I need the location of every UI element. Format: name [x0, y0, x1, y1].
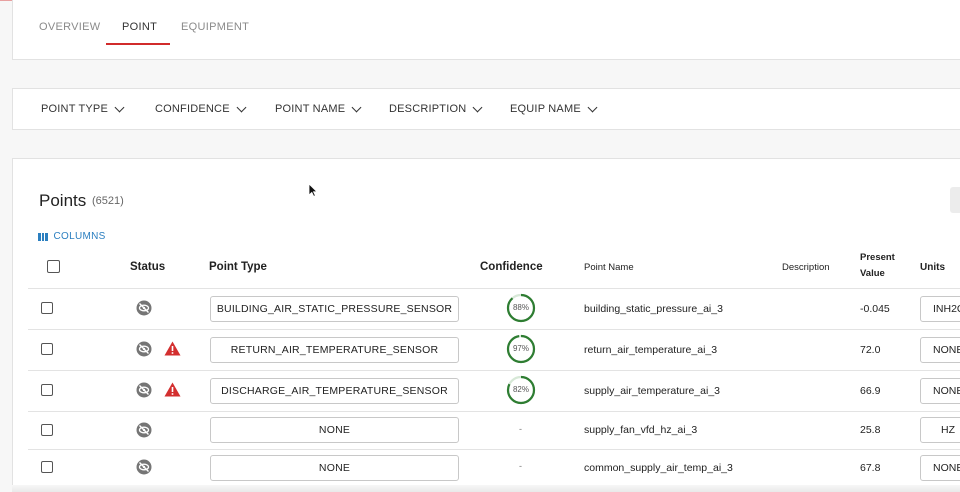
eye-off-icon	[136, 341, 152, 357]
points-title: Points	[39, 191, 87, 210]
filter-confidence[interactable]: CONFIDENCE	[155, 102, 247, 115]
filter-label: POINT NAME	[275, 103, 346, 115]
present-value-cell: 67.8	[860, 462, 881, 474]
columns-label: COLUMNS	[53, 231, 106, 242]
header-description[interactable]: Description	[782, 262, 830, 273]
filter-equip-name[interactable]: EQUIP NAME	[510, 102, 598, 115]
confidence-label: 82%	[512, 385, 529, 394]
row-checkbox[interactable]	[41, 343, 53, 355]
points-count: (6521)	[92, 195, 124, 207]
point-type-select[interactable]: RETURN_AIR_TEMPERATURE_SENSOR	[210, 337, 459, 363]
tab-equipment[interactable]: EQUIPMENT	[181, 21, 249, 33]
warning-icon[interactable]	[164, 382, 181, 397]
warning-icon[interactable]	[164, 341, 181, 356]
columns-icon	[38, 232, 48, 241]
present-value-cell: 66.9	[860, 385, 881, 397]
row-checkbox[interactable]	[41, 384, 53, 396]
header-divider	[28, 288, 960, 289]
chevron-down-icon	[351, 102, 362, 112]
units-select[interactable]: NONE	[920, 378, 960, 404]
units-select[interactable]: INH2O	[920, 296, 960, 322]
point-type-select[interactable]: NONE	[210, 455, 459, 481]
filter-label: CONFIDENCE	[155, 103, 230, 115]
chevron-down-icon	[587, 102, 598, 112]
units-select[interactable]: NONE	[920, 337, 960, 363]
columns-button[interactable]: COLUMNS	[38, 231, 106, 242]
confidence-empty: -	[519, 424, 522, 434]
filter-bar: POINT TYPE CONFIDENCE POINT NAME DESCRIP…	[12, 88, 960, 130]
active-tab-indicator	[106, 43, 170, 45]
filter-label: POINT TYPE	[41, 103, 109, 115]
eye-off-icon	[136, 422, 152, 438]
filter-label: EQUIP NAME	[510, 103, 581, 115]
tab-overview[interactable]: OVERVIEW	[39, 21, 101, 33]
point-name-cell: supply_air_temperature_ai_3	[584, 385, 721, 397]
eye-off-icon	[136, 459, 152, 475]
filter-label: DESCRIPTION	[389, 103, 467, 115]
point-name-cell: common_supply_air_temp_ai_3	[584, 462, 733, 474]
confidence-label: 97%	[512, 344, 529, 353]
point-type-select[interactable]: NONE	[210, 417, 459, 443]
panel-action-button[interactable]	[950, 187, 960, 213]
point-name-cell: return_air_temperature_ai_3	[584, 344, 718, 356]
present-value-cell: 25.8	[860, 424, 881, 436]
eye-off-icon	[136, 382, 152, 398]
filter-point-name[interactable]: POINT NAME	[275, 102, 362, 115]
header-confidence[interactable]: Confidence	[480, 261, 543, 273]
tab-point[interactable]: POINT	[122, 21, 157, 33]
row-checkbox[interactable]	[41, 461, 53, 473]
confidence-empty: -	[519, 461, 522, 471]
chevron-down-icon	[114, 102, 125, 112]
confidence-label: 88%	[512, 303, 529, 312]
points-panel: Points (6521) COLUMNS Status Point Type …	[12, 158, 960, 492]
chevron-down-icon	[472, 102, 483, 112]
tab-bar: OVERVIEW POINT EQUIPMENT	[12, 0, 960, 60]
row-checkbox[interactable]	[41, 424, 53, 436]
header-status[interactable]: Status	[130, 261, 165, 273]
row-divider	[28, 449, 960, 450]
row-divider	[28, 329, 960, 330]
header-present-label: Present	[860, 252, 895, 263]
header-point-type[interactable]: Point Type	[209, 261, 267, 273]
point-type-select[interactable]: DISCHARGE_AIR_TEMPERATURE_SENSOR	[210, 378, 459, 404]
row-checkbox[interactable]	[41, 302, 53, 314]
eye-off-icon	[136, 300, 152, 316]
row-divider	[28, 370, 960, 371]
bottom-fade	[12, 485, 960, 492]
select-all-checkbox[interactable]	[47, 260, 60, 273]
present-value-cell: 72.0	[860, 344, 881, 356]
point-name-cell: supply_fan_vfd_hz_ai_3	[584, 424, 698, 436]
header-point-name[interactable]: Point Name	[584, 262, 634, 273]
header-present-value[interactable]: Present Value	[860, 250, 895, 282]
header-units[interactable]: Units	[920, 262, 945, 273]
point-name-cell: building_static_pressure_ai_3	[584, 303, 723, 315]
filter-point-type[interactable]: POINT TYPE	[41, 102, 125, 115]
units-select[interactable]: NONE	[920, 455, 960, 481]
filter-description[interactable]: DESCRIPTION	[389, 102, 483, 115]
header-value-label: Value	[860, 268, 885, 279]
present-value-cell: -0.045	[860, 303, 890, 315]
mouse-cursor-icon	[308, 183, 318, 197]
chevron-down-icon	[236, 102, 247, 112]
point-type-select[interactable]: BUILDING_AIR_STATIC_PRESSURE_SENSOR	[210, 296, 459, 322]
row-divider	[28, 411, 960, 412]
units-select[interactable]: HZ	[920, 417, 960, 443]
